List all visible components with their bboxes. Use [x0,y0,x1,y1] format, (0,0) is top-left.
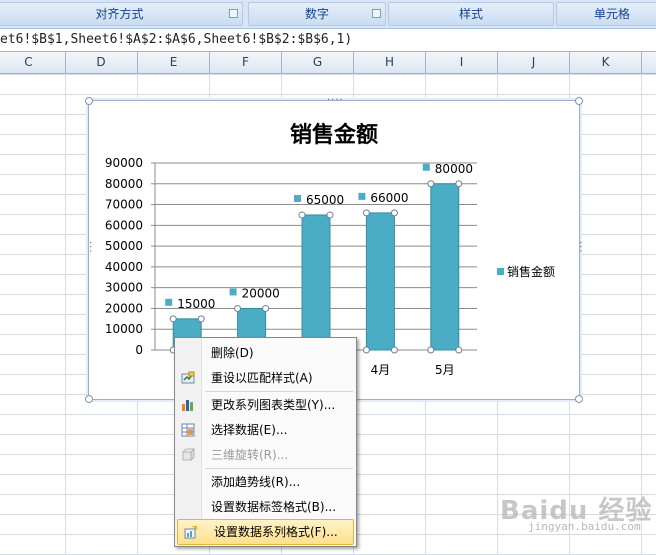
legend-swatch [497,268,504,275]
bar-selection-handle [455,180,463,188]
data-label-key [229,288,237,296]
ribbon-group-alignment: 对齐方式 [0,2,243,26]
data-label: 65000 [306,193,344,207]
formula-bar[interactable]: et6!$B$1,Sheet6!$A$2:$A$6,Sheet6!$B$2:$B… [0,29,656,52]
column-header-h[interactable]: H [354,52,426,73]
chart-type-icon [182,400,193,411]
ribbon-group-bar: 对齐方式 数字 样式 单元格 [0,0,656,29]
menu-item-label: 删除(D) [211,346,254,360]
menu-item-select-data[interactable]: 选择数据(E)... [175,418,356,442]
bar-selection-handle [455,346,463,354]
y-tick-label: 20000 [105,301,143,315]
3d-rotate-icon [181,448,195,462]
reset-style-icon [181,371,195,384]
select-data-icon [181,423,195,437]
bar-selection-handle [262,304,270,312]
menu-separator [205,391,353,392]
menu-item-format-data-labels[interactable]: 设置数据标签格式(B)... [175,495,356,519]
ribbon-group-number: 数字 [248,2,386,26]
data-label-key [294,194,301,202]
context-menu: 删除(D) 重设以匹配样式(A) 更改系列图表类型(Y)... 选择数据(E).… [174,337,357,547]
menu-item-label: 重设以匹配样式(A) [211,371,313,385]
bar[interactable] [301,214,331,351]
chart-legend[interactable]: 销售金额 [497,263,555,280]
menu-item-change-chart-type[interactable]: 更改系列图表类型(Y)... [175,393,356,417]
y-tick-label: 30000 [105,281,143,295]
data-label: 66000 [370,191,408,205]
bar[interactable] [430,183,460,351]
format-series-icon [184,526,197,539]
bar-selection-handle [362,209,370,217]
y-tick-label: 40000 [105,260,143,274]
menu-item-label: 设置数据标签格式(B)... [211,500,337,514]
data-label-key [358,192,366,200]
y-tick-label: 90000 [105,156,143,170]
data-label-key [165,298,173,306]
y-tick-label: 50000 [105,239,143,253]
ribbon-group-label: 样式 [458,7,483,21]
menu-item-label: 选择数据(E)... [211,423,288,437]
y-tick-label: 80000 [105,177,143,191]
column-header-d[interactable]: D [65,52,138,73]
data-label-key [422,163,430,171]
x-tick-label: 5月 [435,363,455,377]
dialog-launcher-icon[interactable] [372,9,381,18]
y-tick-label: 0 [135,343,143,357]
menu-item-label: 设置数据系列格式(F)... [214,525,338,539]
column-header-i[interactable]: I [426,52,498,73]
ribbon-group-label: 单元格 [593,7,630,21]
formula-text[interactable]: et6!$B$1,Sheet6!$A$2:$A$6,Sheet6!$B$2:$B… [0,32,352,47]
column-header-row: C D E F G H I J K [0,52,656,74]
bar-selection-handle [298,211,306,219]
menu-item-3d-rotation: 三维旋转(R)... [175,443,356,467]
bar-selection-handle [427,346,435,354]
ribbon-group-cells: 单元格 [556,2,656,26]
column-header-c[interactable]: C [0,52,66,73]
column-header-e[interactable]: E [138,52,210,73]
bar-selection-handle [234,304,242,312]
y-tick-label: 60000 [105,218,143,232]
dialog-launcher-icon[interactable] [229,9,238,18]
data-label: 80000 [435,162,473,176]
watermark-url: jingyan.baidu.com [528,520,641,533]
ribbon-group-label: 数字 [304,7,329,21]
bar-selection-handle [326,211,334,219]
ribbon-group-label: 对齐方式 [95,7,144,21]
y-tick-label: 70000 [105,198,143,212]
bar-selection-handle [169,315,177,323]
y-tick-label: 10000 [105,322,143,336]
bar-selection-handle [390,346,398,354]
legend-label: 销售金额 [507,265,556,279]
column-header-f[interactable]: F [210,52,282,73]
bar-selection-handle [427,180,435,188]
column-header-g[interactable]: G [282,52,354,73]
bar-selection-handle [390,209,398,217]
menu-item-format-data-series[interactable]: 设置数据系列格式(F)... [177,519,354,545]
menu-item-label: 添加趋势线(R)... [211,475,301,489]
column-header-k[interactable]: K [570,52,642,73]
bar-selection-handle [197,315,205,323]
data-label: 15000 [177,297,215,311]
menu-item-label: 更改系列图表类型(Y)... [211,398,336,412]
data-label: 20000 [242,286,280,300]
bar-selection-handle [362,346,370,354]
menu-item-delete[interactable]: 删除(D) [175,341,356,365]
menu-item-add-trendline[interactable]: 添加趋势线(R)... [175,470,356,494]
menu-item-reset-style[interactable]: 重设以匹配样式(A) [175,366,356,390]
menu-separator [205,468,353,469]
ribbon-group-styles: 样式 [388,2,554,26]
bar[interactable] [365,212,395,351]
x-tick-label: 4月 [371,363,391,377]
column-header-j[interactable]: J [498,52,570,73]
menu-item-label: 三维旋转(R)... [211,448,289,462]
